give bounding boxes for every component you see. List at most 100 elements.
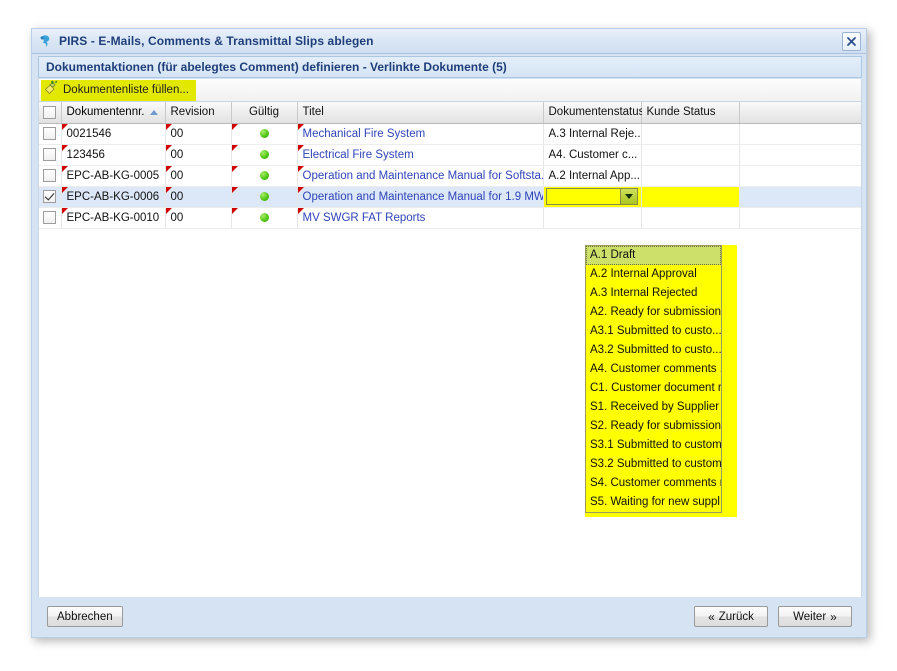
cell-titel[interactable]: Operation and Maintenance Manual for Sof… <box>297 165 543 186</box>
window-titlebar: PIRS - E-Mails, Comments & Transmittal S… <box>32 29 866 54</box>
table-row[interactable]: EPC-AB-KG-0010 00 MV SWGR FAT Reports <box>39 207 861 228</box>
cell-revision: 00 <box>165 207 231 228</box>
cell-kunde-status <box>641 123 739 144</box>
dropdown-option[interactable]: A.1 Draft <box>586 246 721 265</box>
row-checkbox[interactable] <box>43 211 56 224</box>
cell-titel[interactable]: Operation and Maintenance Manual for 1.9… <box>297 186 543 207</box>
dropdown-option[interactable]: S1. Received by Supplier <box>586 398 721 417</box>
cell-dokumentennr-text: 123456 <box>67 149 105 161</box>
row-checkbox[interactable] <box>43 148 56 161</box>
cell-dokumentenstatus-text: A.3 Internal Reje... <box>549 128 642 140</box>
cell-revision-text: 00 <box>171 170 184 182</box>
required-marker-icon <box>232 145 238 151</box>
cell-revision-text: 00 <box>171 128 184 140</box>
dropdown-option[interactable]: S2. Ready for submission... <box>586 417 721 436</box>
required-marker-icon <box>298 145 304 151</box>
dropdown-option[interactable]: S3.1 Submitted to custom... <box>586 436 721 455</box>
fill-document-list-button[interactable]: Dokumentenliste füllen... <box>41 80 196 101</box>
status-combobox[interactable] <box>544 187 641 207</box>
header-titel-label: Titel <box>303 106 324 118</box>
required-marker-icon <box>298 208 304 214</box>
row-checkbox-cell[interactable] <box>39 207 61 228</box>
required-marker-icon <box>166 208 172 214</box>
header-titel[interactable]: Titel <box>297 102 543 123</box>
status-dropdown-list[interactable]: A.1 Draft A.2 Internal Approval A.3 Inte… <box>585 245 722 513</box>
header-dokumentennr[interactable]: Dokumentennr. <box>61 102 165 123</box>
required-marker-icon <box>62 145 68 151</box>
table-row[interactable]: 123456 00 Electrical Fire System A4. Cus… <box>39 144 861 165</box>
cell-dokumentenstatus-editor[interactable] <box>543 186 641 207</box>
cell-dokumentennr: 0021546 <box>61 123 165 144</box>
table-row[interactable]: 0021546 00 Mechanical Fire System A.3 In… <box>39 123 861 144</box>
back-button[interactable]: « Zurück <box>694 606 768 627</box>
required-marker-icon <box>62 187 68 193</box>
header-kunde-status-label: Kunde Status <box>647 106 716 118</box>
fill-document-list-label: Dokumentenliste füllen... <box>63 84 189 96</box>
dropdown-option[interactable]: A.3 Internal Rejected <box>586 284 721 303</box>
header-kunde-status[interactable]: Kunde Status <box>641 102 739 123</box>
row-checkbox[interactable] <box>43 169 56 182</box>
dropdown-option[interactable]: S4. Customer comments r... <box>586 474 721 493</box>
row-checkbox-cell[interactable] <box>39 165 61 186</box>
cell-spare <box>739 144 861 165</box>
dropdown-option[interactable]: A3.2 Submitted to custo... <box>586 341 721 360</box>
select-all-checkbox[interactable] <box>43 106 56 119</box>
table-row[interactable]: EPC-AB-KG-0005 00 Operation and Maintena… <box>39 165 861 186</box>
cell-titel-link[interactable]: MV SWGR FAT Reports <box>303 212 426 224</box>
cell-gueltig <box>231 123 297 144</box>
cell-dokumentennr: EPC-AB-KG-0010 <box>61 207 165 228</box>
cell-kunde-status <box>641 144 739 165</box>
header-revision-label: Revision <box>171 106 215 118</box>
header-gueltig[interactable]: Gültig <box>231 102 297 123</box>
dropdown-option[interactable]: A3.1 Submitted to custo... <box>586 322 721 341</box>
header-revision[interactable]: Revision <box>165 102 231 123</box>
row-checkbox[interactable] <box>43 127 56 140</box>
section-header-title: Dokumentaktionen (für abelegtes Comment)… <box>46 60 507 74</box>
next-button-label: Weiter <box>793 611 826 623</box>
cell-titel[interactable]: Electrical Fire System <box>297 144 543 165</box>
cell-titel-link[interactable]: Mechanical Fire System <box>303 128 426 140</box>
cell-titel-link[interactable]: Operation and Maintenance Manual for Sof… <box>303 170 544 182</box>
cell-spare <box>739 186 861 207</box>
cell-titel[interactable]: MV SWGR FAT Reports <box>297 207 543 228</box>
row-checkbox[interactable] <box>43 190 56 203</box>
cell-kunde-status <box>641 207 739 228</box>
close-button[interactable] <box>842 32 861 51</box>
required-marker-icon <box>166 145 172 151</box>
table-header-row: Dokumentennr. Revision Gültig Titel Doku <box>39 102 861 123</box>
chevron-down-icon[interactable] <box>620 189 637 204</box>
dropdown-option[interactable]: A4. Customer comments ... <box>586 360 721 379</box>
cell-titel-link[interactable]: Operation and Maintenance Manual for 1.9… <box>303 191 544 203</box>
next-button[interactable]: Weiter » <box>778 606 852 627</box>
dropdown-option[interactable]: A2. Ready for submission... <box>586 303 721 322</box>
dropdown-option[interactable]: C1. Customer document r... <box>586 379 721 398</box>
required-marker-icon <box>166 187 172 193</box>
close-icon <box>846 36 857 47</box>
cell-dokumentennr-text: EPC-AB-KG-0006 <box>67 191 160 203</box>
cancel-button-label: Abbrechen <box>57 611 113 623</box>
fill-list-icon <box>44 80 59 100</box>
cell-gueltig <box>231 207 297 228</box>
dropdown-option[interactable]: A.2 Internal Approval <box>586 265 721 284</box>
cancel-button[interactable]: Abbrechen <box>47 606 123 627</box>
required-marker-icon <box>298 187 304 193</box>
sort-ascending-icon <box>150 110 158 115</box>
cell-titel[interactable]: Mechanical Fire System <box>297 123 543 144</box>
header-spare <box>739 102 861 123</box>
row-checkbox-cell[interactable] <box>39 144 61 165</box>
cell-revision-text: 00 <box>171 212 184 224</box>
header-select-all[interactable] <box>39 102 61 123</box>
row-checkbox-cell[interactable] <box>39 186 61 207</box>
cell-gueltig <box>231 165 297 186</box>
dropdown-option[interactable]: S5. Waiting for new suppl... <box>586 493 721 512</box>
header-dokumentenstatus[interactable]: Dokumentenstatus <box>543 102 641 123</box>
row-checkbox-cell[interactable] <box>39 123 61 144</box>
table-row-selected[interactable]: EPC-AB-KG-0006 00 Operation and Maintena… <box>39 186 861 207</box>
cell-spare <box>739 123 861 144</box>
cell-spare <box>739 165 861 186</box>
header-dokumentenstatus-label: Dokumentenstatus <box>549 106 645 118</box>
dropdown-option[interactable]: S3.2 Submitted to custom... <box>586 455 721 474</box>
cell-titel-link[interactable]: Electrical Fire System <box>303 149 414 161</box>
desktop-background: PIRS - E-Mails, Comments & Transmittal S… <box>0 0 897 671</box>
status-combobox-field[interactable] <box>546 188 638 205</box>
